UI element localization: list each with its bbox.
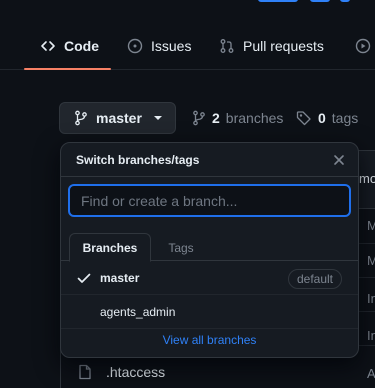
tab-pull-requests-label: Pull requests — [243, 38, 324, 54]
branch-select-button[interactable]: master — [59, 102, 176, 134]
partial-cell: In — [367, 328, 375, 343]
tab-issues[interactable]: Issues — [127, 22, 191, 70]
dropdown-header: Switch branches/tags — [61, 143, 358, 177]
tags-count: 0 — [318, 110, 326, 126]
repo-nav-tabs: Code Issues Pull requests — [0, 22, 375, 70]
branches-count: 2 — [212, 110, 220, 126]
play-icon — [355, 38, 371, 54]
current-branch-label: master — [96, 110, 142, 126]
branch-item-master[interactable]: master default — [61, 261, 358, 295]
repo-title-fragment — [0, 0, 375, 6]
branch-item-agents-admin[interactable]: agents_admin — [61, 295, 358, 329]
tab-pull-requests[interactable]: Pull requests — [219, 22, 324, 70]
partial-cell: A — [367, 366, 375, 381]
branch-name: master — [100, 270, 140, 285]
partial-cell: M — [367, 253, 375, 268]
dropdown-title: Switch branches/tags — [76, 153, 200, 167]
git-branch-icon — [193, 110, 205, 126]
code-icon — [41, 41, 55, 51]
tab-code[interactable]: Code — [40, 22, 99, 70]
git-branch-icon — [75, 110, 87, 126]
file-row-htaccess[interactable]: .htaccess — [78, 364, 165, 380]
branch-switcher-dropdown: Switch branches/tags Branches Tags maste… — [60, 142, 359, 358]
partial-cell: In — [367, 291, 375, 306]
issue-icon — [127, 38, 143, 54]
branches-word: branches — [225, 110, 284, 126]
tab-branches[interactable]: Branches — [69, 233, 151, 262]
view-all-branches-link[interactable]: View all branches — [61, 333, 358, 347]
tab-overflow[interactable] — [355, 22, 371, 70]
default-badge: default — [287, 269, 342, 289]
branch-name: agents_admin — [100, 304, 176, 319]
file-icon — [79, 364, 91, 380]
tags-link[interactable]: 0 tags — [296, 108, 358, 128]
tab-tags[interactable]: Tags — [165, 234, 197, 262]
partial-cell: M — [367, 218, 375, 233]
github-repo-page: Code Issues Pull requests master 2 branc… — [0, 0, 375, 388]
branches-link[interactable]: 2 branches — [192, 108, 283, 128]
active-tab-underline — [24, 68, 111, 70]
partial-commit-header: mo — [359, 171, 375, 186]
tags-word: tags — [331, 110, 359, 126]
tag-icon — [296, 111, 311, 126]
close-icon[interactable] — [330, 151, 348, 169]
check-icon — [77, 273, 91, 283]
tab-code-label: Code — [64, 38, 99, 54]
dropdown-tabs: Branches Tags — [61, 228, 358, 262]
branch-search-input[interactable] — [68, 184, 351, 217]
tab-issues-label: Issues — [151, 38, 192, 54]
chevron-down-icon — [153, 116, 162, 120]
file-name: .htaccess — [106, 364, 166, 380]
pull-request-icon — [220, 39, 234, 53]
